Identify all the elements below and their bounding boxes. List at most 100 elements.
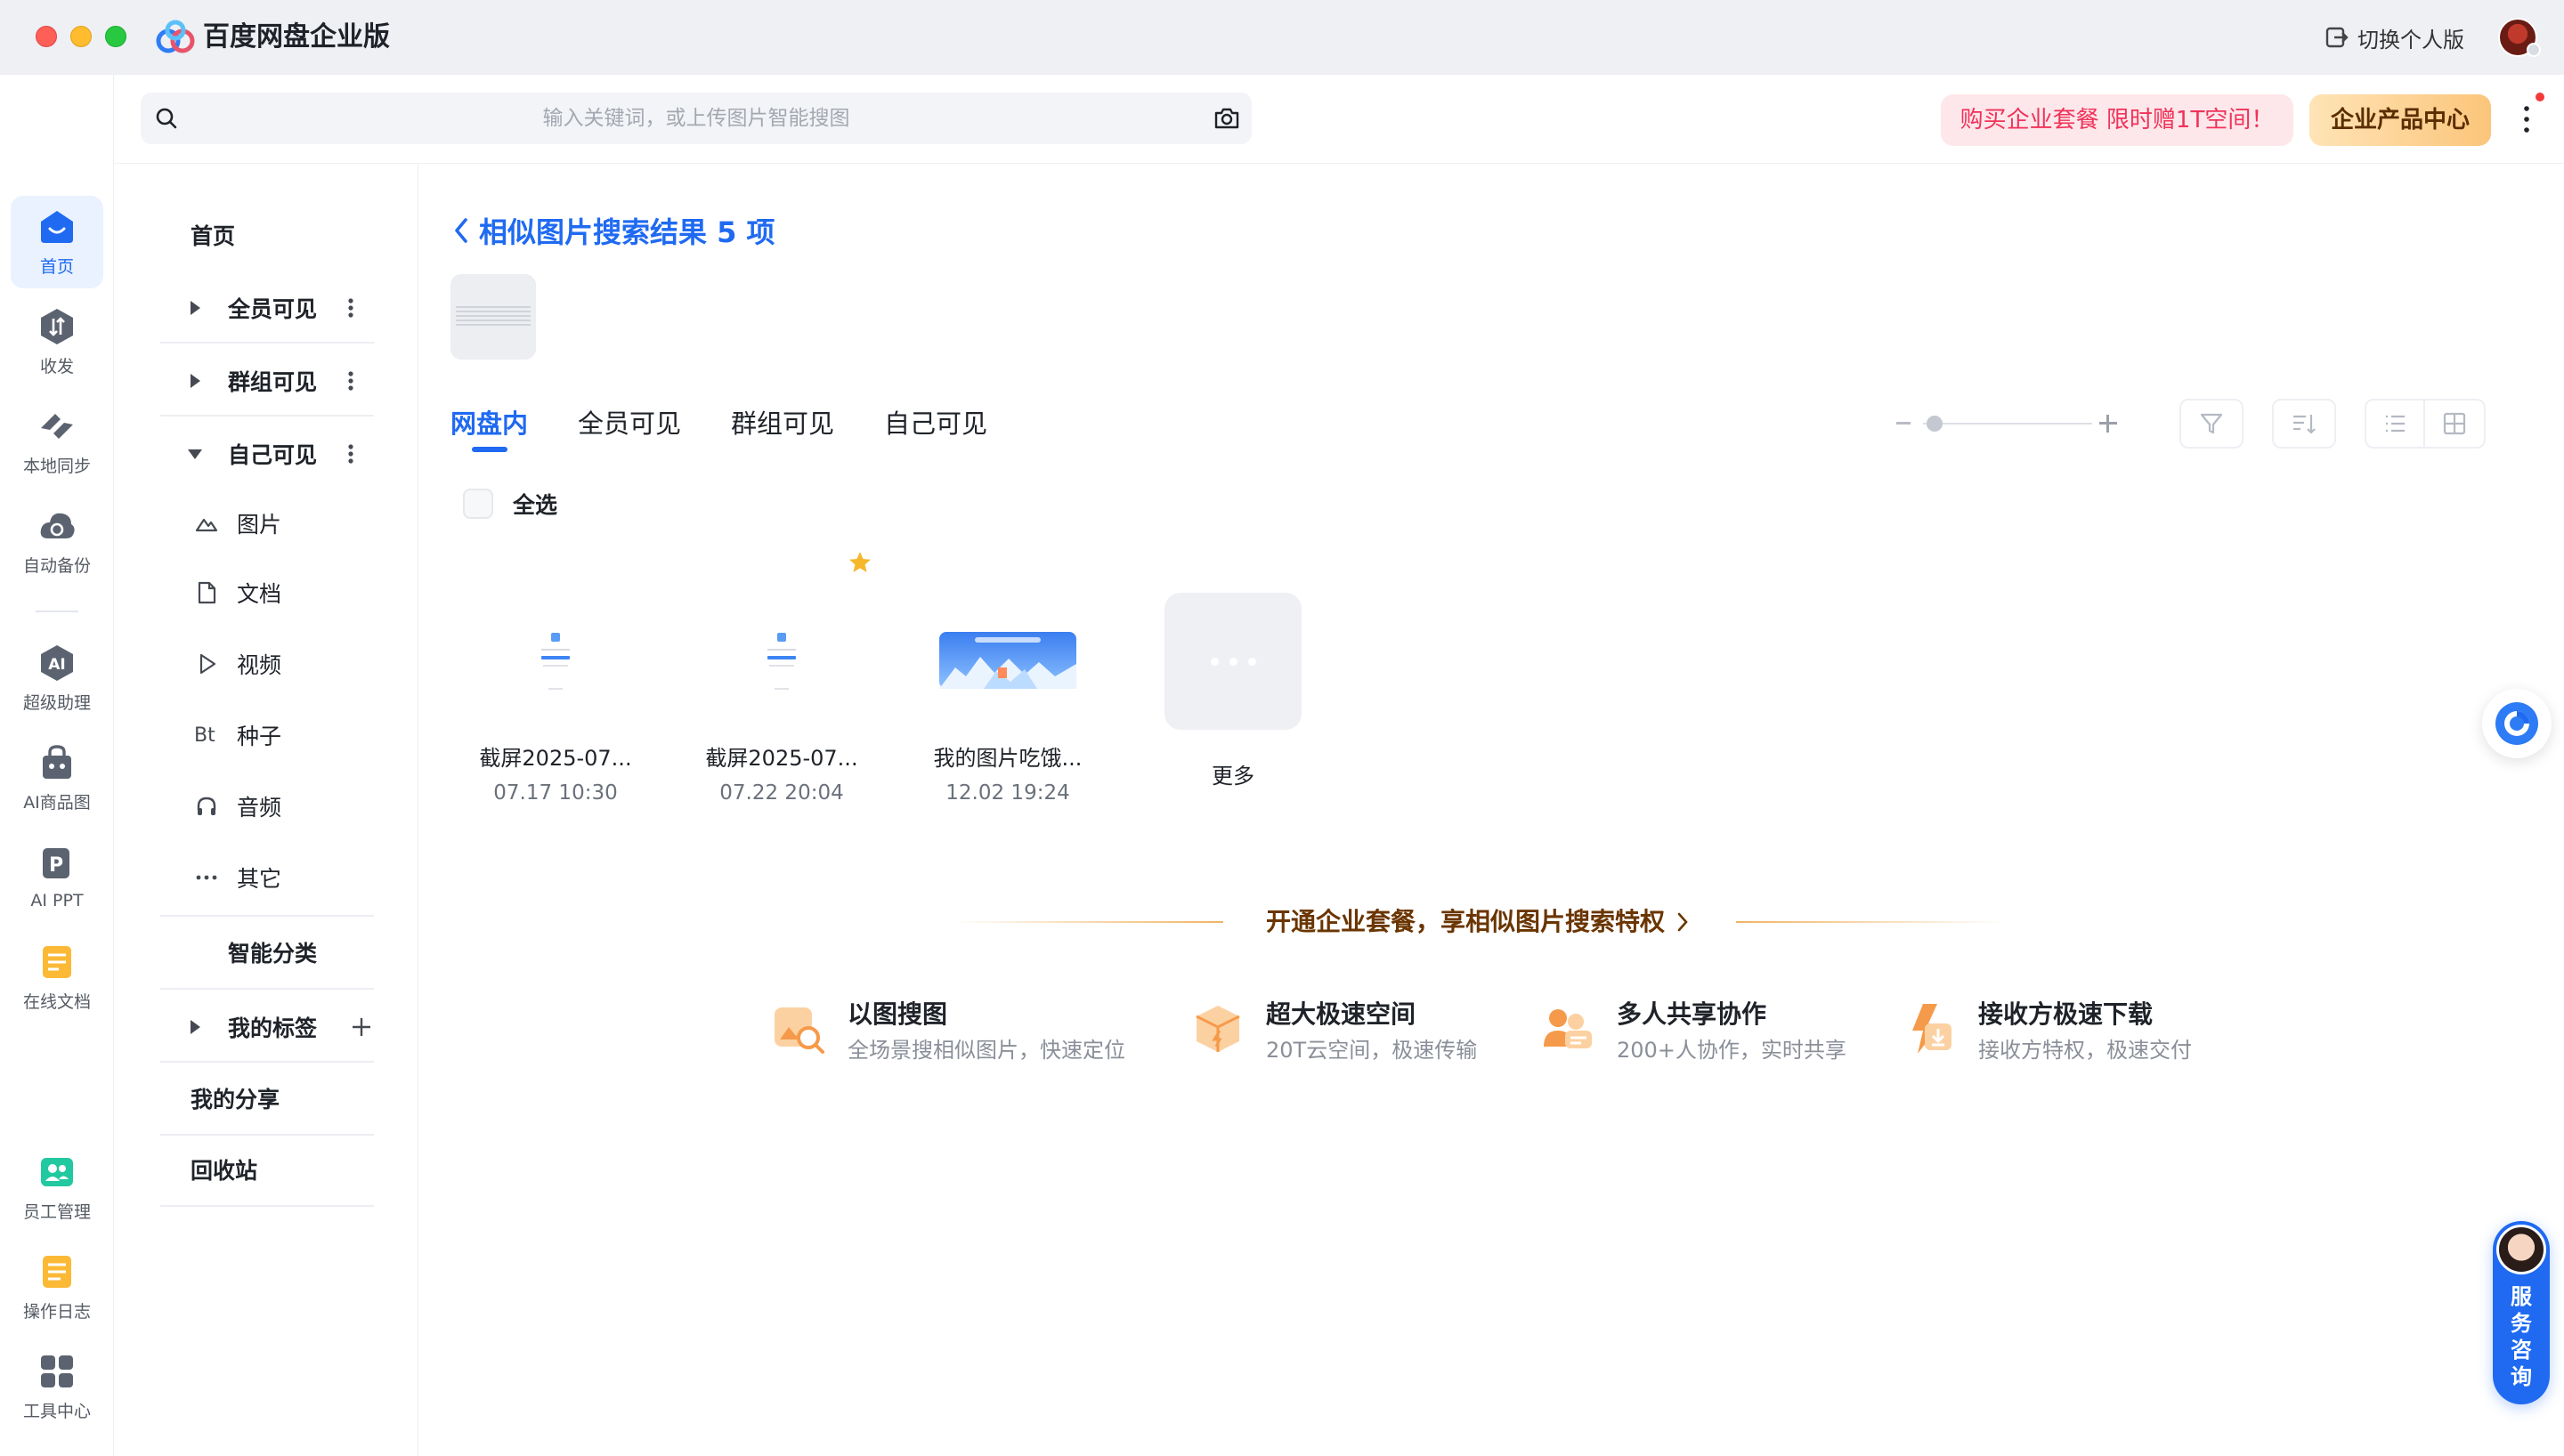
app-title: 百度网盘企业版: [203, 21, 390, 53]
tree-item-audio[interactable]: 音频: [191, 780, 449, 833]
rail-item-local-sync[interactable]: 本地同步: [11, 395, 103, 488]
maximize-window-button[interactable]: [105, 26, 126, 47]
rail-item-ai-assistant[interactable]: AI 超级助理: [11, 632, 103, 724]
more-results-button[interactable]: [1164, 593, 1302, 730]
grid-view-button[interactable]: [2425, 399, 2486, 449]
camera-icon[interactable]: [1213, 105, 1241, 132]
tab-group-visible[interactable]: 群组可见: [731, 399, 834, 452]
rail-item-staff[interactable]: 员工管理: [11, 1141, 103, 1234]
slider-handle[interactable]: [1927, 416, 1943, 432]
rail-item-transfer[interactable]: 收发: [11, 295, 103, 388]
more-label[interactable]: 更多: [1164, 758, 1302, 789]
rail-item-ai-product-image[interactable]: AI商品图: [11, 732, 103, 824]
rail-item-label: 超级助理: [22, 692, 91, 713]
rail-item-ai-ppt[interactable]: P AI PPT: [11, 831, 103, 924]
feature-desc: 20T云空间，极速传输: [1266, 1038, 1478, 1063]
rail-item-label: AI商品图: [23, 792, 91, 813]
zoom-out-icon[interactable]: [1896, 422, 1911, 425]
add-tag-icon[interactable]: [351, 1016, 372, 1038]
service-consult-button[interactable]: 服务咨询: [2493, 1221, 2550, 1404]
minimize-window-button[interactable]: [70, 26, 92, 47]
tree-item-my-share[interactable]: 我的分享: [160, 1072, 418, 1125]
ai-ppt-icon: P: [37, 845, 77, 884]
star-icon[interactable]: [848, 550, 872, 575]
avatar-status-badge: [2527, 43, 2541, 57]
screenshot-thumbnail: [755, 620, 808, 700]
caret-right-icon[interactable]: [183, 296, 207, 320]
rail-item-label: 在线文档: [22, 991, 91, 1012]
tree-item-my-tags[interactable]: 我的标签: [183, 1000, 442, 1054]
tree-divider: [160, 1061, 374, 1063]
promo-banner[interactable]: 购买企业套餐 限时赠1T空间！: [1941, 94, 2293, 146]
select-all[interactable]: 全选: [463, 488, 557, 520]
tree-item-self-visible[interactable]: 自己可见: [183, 427, 442, 481]
thumbnail-size-slider[interactable]: [1896, 409, 2124, 438]
rail-item-tools[interactable]: 工具中心: [11, 1340, 103, 1433]
tree-item-group-visible[interactable]: 群组可见: [183, 354, 442, 408]
search-input[interactable]: 输入关键词，或上传图片智能搜图: [141, 93, 1252, 144]
file-card[interactable]: 我的图片吃饿... 12.02 19:24: [928, 591, 1088, 822]
svg-text:P: P: [49, 854, 63, 877]
caret-right-icon[interactable]: [183, 1015, 207, 1039]
rail-divider: [36, 611, 78, 612]
kebab-icon[interactable]: [347, 295, 354, 321]
tree-item-home[interactable]: 首页: [160, 208, 418, 262]
baidu-netdisk-logo-icon: [156, 20, 195, 53]
tree-item-label: 回收站: [191, 1158, 258, 1184]
tree-item-documents[interactable]: 文档: [191, 566, 449, 619]
more-menu-icon[interactable]: [2516, 100, 2537, 139]
rail-item-online-doc[interactable]: 在线文档: [11, 931, 103, 1023]
tab-netdisk[interactable]: 网盘内: [450, 399, 528, 452]
file-card[interactable]: 截屏2025-07... 07.22 20:04: [702, 591, 862, 822]
rail-item-label: AI PPT: [30, 891, 84, 910]
tree-divider: [160, 342, 374, 344]
tree-item-smart-category[interactable]: 智能分类: [183, 926, 442, 979]
document-icon: [198, 581, 216, 604]
rail-item-log[interactable]: 操作日志: [11, 1241, 103, 1333]
kebab-icon[interactable]: [347, 441, 354, 467]
staff-icon: [37, 1153, 77, 1192]
back-button[interactable]: 相似图片搜索结果 5 项: [450, 210, 775, 251]
rail-item-home[interactable]: 首页: [11, 196, 103, 288]
rail-item-auto-backup[interactable]: 自动备份: [11, 495, 103, 587]
transfer-icon: [37, 307, 77, 346]
query-image-thumbnail[interactable]: [450, 274, 536, 360]
rail-item-label: 工具中心: [22, 1401, 91, 1421]
feature-title: 接收方极速下载: [1978, 999, 2154, 1029]
switch-personal-button[interactable]: 切换个人版: [2324, 21, 2464, 53]
tree-item-all-visible[interactable]: 全员可见: [183, 281, 442, 335]
tab-all-visible[interactable]: 全员可见: [578, 399, 681, 452]
file-thumbnail: [499, 591, 613, 730]
tree-item-torrents[interactable]: Bt 种子: [191, 708, 449, 762]
select-all-checkbox[interactable]: [463, 489, 493, 519]
slider-track[interactable]: [1923, 423, 2092, 425]
file-card[interactable]: 截屏2025-07... 07.17 10:30: [475, 591, 636, 822]
upsell-text: 开通企业套餐，享相似图片搜索特权: [1266, 907, 1666, 936]
tab-self-visible[interactable]: 自己可见: [884, 399, 987, 452]
rail-item-label: 首页: [39, 256, 74, 277]
more-dot: [1210, 657, 1219, 666]
enterprise-center-button[interactable]: 企业产品中心: [2309, 94, 2491, 146]
video-icon: [199, 653, 216, 675]
close-window-button[interactable]: [36, 26, 57, 47]
query-image-preview: [456, 306, 531, 328]
tree-item-images[interactable]: 图片: [191, 497, 449, 550]
floating-assistant-button[interactable]: [2482, 689, 2552, 758]
tree-item-other[interactable]: 其它: [191, 851, 449, 904]
feature-desc: 接收方特权，极速交付: [1978, 1038, 2192, 1063]
tree-item-recycle-bin[interactable]: 回收站: [160, 1143, 418, 1196]
caret-down-icon[interactable]: [183, 442, 207, 465]
tree-item-videos[interactable]: 视频: [191, 637, 449, 691]
filter-button[interactable]: [2179, 399, 2244, 449]
tree-item-label: 群组可见: [228, 369, 318, 395]
image-search-icon: [775, 1007, 824, 1054]
feature-title: 超大极速空间: [1266, 999, 1416, 1029]
title-bar: 百度网盘企业版 切换个人版: [0, 0, 2564, 75]
grid-view-icon: [2443, 412, 2466, 435]
list-view-button[interactable]: [2365, 399, 2425, 449]
upsell-link[interactable]: 开通企业套餐，享相似图片搜索特权: [1266, 902, 1690, 942]
sort-button[interactable]: [2272, 399, 2336, 449]
kebab-icon[interactable]: [347, 368, 354, 394]
screenshot-thumbnail: [529, 620, 582, 700]
caret-right-icon[interactable]: [183, 369, 207, 392]
